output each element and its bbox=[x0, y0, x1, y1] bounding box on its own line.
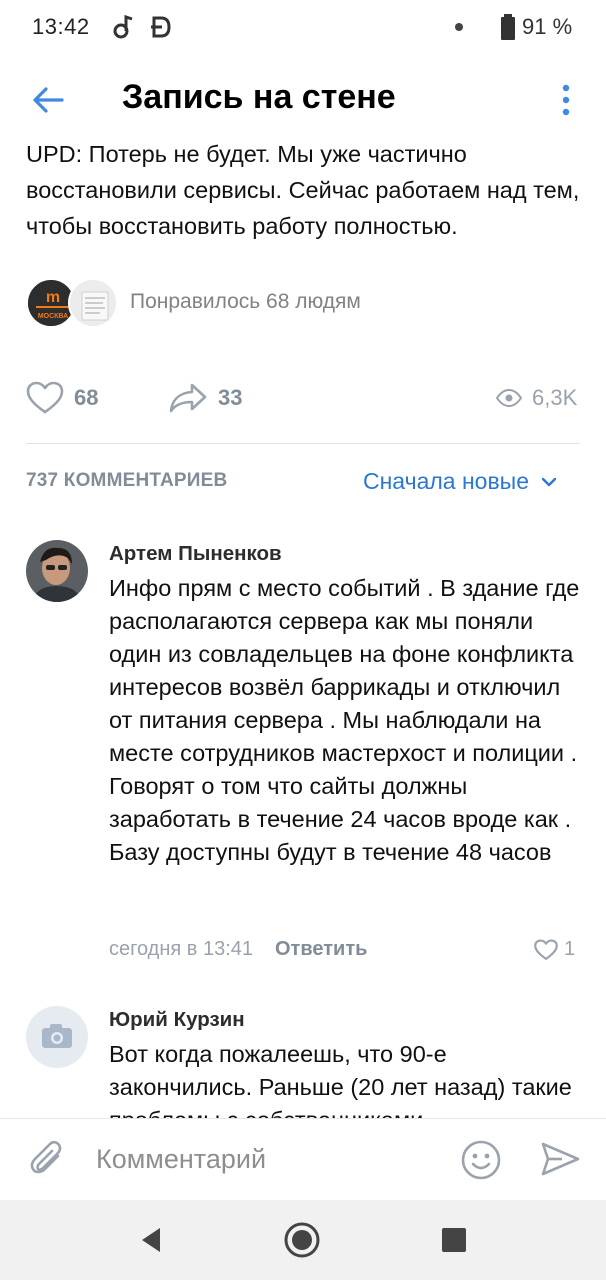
comment-text: Инфо прям с место событий . В здание где… bbox=[109, 575, 580, 865]
status-time: 13:42 bbox=[32, 14, 90, 39]
camera-icon bbox=[26, 1006, 88, 1068]
post-text: UPD: Потерь не будет. Мы уже частично во… bbox=[26, 141, 580, 239]
avatar[interactable] bbox=[26, 1006, 88, 1068]
comment-item: Артем Пыненков Инфо прям с место событий… bbox=[0, 540, 606, 960]
like-count: 68 bbox=[74, 385, 99, 410]
heart-icon bbox=[26, 381, 64, 414]
share-button[interactable]: 33 bbox=[168, 378, 242, 418]
system-nav-bar bbox=[0, 1200, 606, 1280]
heart-icon bbox=[534, 938, 558, 960]
page-title: Запись на стене bbox=[122, 78, 396, 116]
document-thumbnail-icon bbox=[70, 280, 116, 326]
comment-author[interactable]: Юрий Курзин bbox=[109, 1008, 245, 1032]
comments-header: 737 КОММЕНТАРИЕВ Сначала новые bbox=[0, 468, 606, 498]
reply-button[interactable]: Ответить bbox=[275, 938, 367, 961]
comment-time: сегодня в 13:41 bbox=[109, 938, 253, 960]
top-header: Запись на стене bbox=[0, 60, 606, 140]
sort-label: Сначала новые bbox=[363, 468, 530, 494]
eye-icon bbox=[496, 389, 522, 407]
likers-row[interactable]: m МОСКВА Понравилось 68 людям bbox=[26, 278, 586, 328]
likers-text: Понравилось 68 людям bbox=[130, 290, 361, 313]
battery-icon bbox=[501, 14, 515, 40]
comment-item: Юрий Курзин Вот когда пожалеешь, что 90-… bbox=[0, 1006, 606, 1118]
sort-dropdown[interactable]: Сначала новые bbox=[363, 468, 557, 495]
post-content[interactable]: UPD: Потерь не будет. Мы уже частично во… bbox=[0, 140, 606, 1118]
views-counter: 6,3K bbox=[496, 378, 577, 418]
send-icon[interactable] bbox=[540, 1139, 580, 1179]
comment-input[interactable] bbox=[96, 1139, 436, 1179]
music-note-icon bbox=[113, 14, 133, 39]
divider bbox=[26, 443, 580, 444]
post-actions: 68 33 6,3K bbox=[0, 378, 606, 418]
share-count: 33 bbox=[218, 385, 243, 410]
comment-composer bbox=[0, 1118, 606, 1200]
like-button[interactable]: 68 bbox=[26, 378, 98, 418]
svg-text:m: m bbox=[46, 289, 60, 306]
arrow-left-icon[interactable] bbox=[28, 80, 68, 120]
nav-recents-icon[interactable] bbox=[434, 1220, 474, 1260]
paperclip-icon[interactable] bbox=[28, 1139, 68, 1179]
dzen-icon bbox=[151, 16, 171, 38]
comment-meta: сегодня в 13:41 Ответить bbox=[109, 938, 367, 961]
comment-like-button[interactable]: 1 bbox=[534, 938, 575, 961]
battery-percent: 91 % bbox=[522, 14, 573, 39]
user-photo-icon bbox=[26, 540, 88, 602]
chevron-down-icon bbox=[541, 477, 557, 486]
dot-icon bbox=[455, 23, 463, 31]
share-icon bbox=[169, 383, 207, 413]
avatar[interactable] bbox=[26, 540, 88, 602]
nav-home-icon[interactable] bbox=[282, 1220, 322, 1260]
liker-avatar-badge: МОСКВА bbox=[38, 313, 68, 320]
more-vertical-icon[interactable] bbox=[556, 80, 576, 120]
smile-icon[interactable] bbox=[460, 1139, 502, 1181]
comment-text: Вот когда пожалеешь, что 90-е закончилис… bbox=[109, 1041, 572, 1118]
comments-count: 737 КОММЕНТАРИЕВ bbox=[26, 470, 228, 491]
nav-back-icon[interactable] bbox=[132, 1220, 172, 1260]
status-bar: 13:42 91 % bbox=[0, 0, 606, 56]
comment-like-count: 1 bbox=[564, 938, 576, 960]
views-count: 6,3K bbox=[532, 385, 578, 410]
comment-author[interactable]: Артем Пыненков bbox=[109, 542, 282, 566]
liker-avatar bbox=[68, 278, 118, 328]
